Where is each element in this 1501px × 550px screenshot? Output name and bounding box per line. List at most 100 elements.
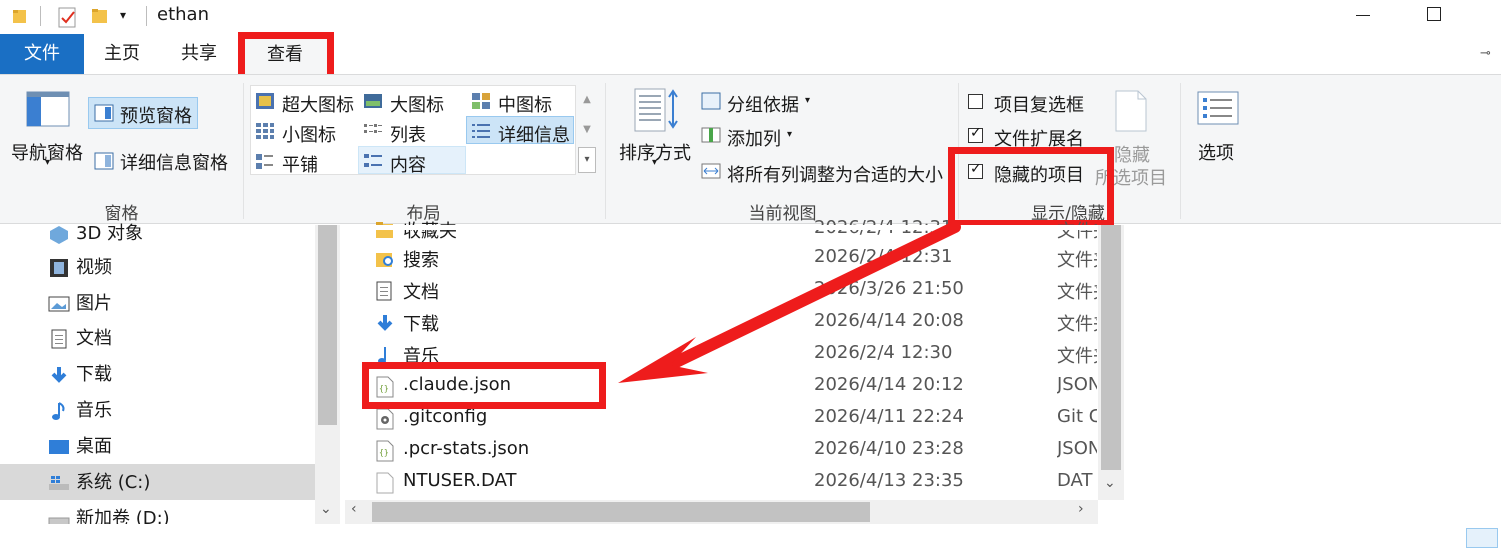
pin-ribbon-icon[interactable]: ⊸: [1480, 46, 1491, 61]
file-row[interactable]: {} .pcr-stats.json 2026/4/10 23:28 JSON: [345, 434, 1105, 466]
file-date: 2026/4/10 23:28: [814, 438, 964, 459]
nav-item-music[interactable]: 音乐: [48, 396, 112, 426]
minimize-button[interactable]: [1356, 15, 1370, 16]
navigation-pane: 3D 对象 视频 图片 文档 下载 音乐 桌面 系统 (C:) 新加卷 (D:)…: [0, 223, 340, 550]
view-toggle-icon[interactable]: [1466, 528, 1498, 548]
layout-large-icons[interactable]: 大图标: [390, 91, 444, 117]
highlight-claude-json: [362, 362, 606, 409]
title-bar: ▾ ethan: [0, 0, 1501, 34]
add-columns-button[interactable]: 添加列: [727, 125, 781, 151]
file-name: .pcr-stats.json: [403, 438, 530, 459]
nav-item-videos[interactable]: 视频: [48, 253, 112, 283]
tab-home[interactable]: 主页: [92, 34, 152, 74]
scroll-left-arrow[interactable]: ‹: [351, 501, 357, 517]
file-type: JSON: [1057, 374, 1097, 395]
nav-scrollbar-thumb[interactable]: [318, 225, 337, 425]
music-icon: [48, 401, 70, 421]
layout-list[interactable]: 列表: [390, 121, 426, 147]
blank-file-icon: [375, 472, 395, 494]
file-date: 2026/4/13 23:35: [814, 470, 964, 491]
scroll-down-arrow[interactable]: ⌄: [1104, 475, 1116, 491]
documents-icon: [48, 329, 70, 349]
pictures-icon: [48, 294, 70, 314]
layout-medium-icons[interactable]: 中图标: [498, 91, 552, 117]
desktop-icon: [48, 437, 70, 457]
tiles-icon: [255, 152, 275, 170]
folder-icon: [12, 8, 28, 24]
options-button[interactable]: 选项: [1198, 139, 1234, 165]
layout-details: 详细信息: [498, 125, 570, 146]
layout-content: 内容: [390, 155, 426, 176]
details-pane-button[interactable]: 详细信息窗格: [120, 149, 228, 175]
new-folder-icon[interactable]: [91, 7, 109, 25]
file-row[interactable]: NTUSER.DAT 2026/4/13 23:35 DAT: [345, 466, 1105, 498]
content-icon: [363, 152, 383, 170]
nav-item-3d-objects[interactable]: 3D 对象: [48, 219, 143, 249]
layout-scroll-up[interactable]: ▲: [578, 85, 596, 115]
file-name: 文档: [403, 282, 439, 303]
file-type: Git C: [1057, 406, 1097, 427]
file-name: 搜索: [403, 250, 439, 271]
file-type: 文件夹: [1057, 314, 1097, 335]
navigation-pane-icon[interactable]: [26, 91, 70, 127]
file-type: 文件夹: [1057, 346, 1097, 367]
ribbon-view: 导航窗格 ▾ 预览窗格 详细信息窗格 窗格 超大图标 大图标 中图标 小图标 列…: [0, 74, 1501, 224]
drive-icon: [48, 473, 70, 493]
size-all-columns-button[interactable]: 将所有列调整为合适的大小: [727, 161, 943, 187]
nav-item-documents[interactable]: 文档: [48, 324, 112, 354]
small-icons-icon: [255, 122, 275, 140]
details-icon: [471, 122, 491, 140]
group-by-icon: [701, 92, 721, 110]
file-type: 文件夹: [1057, 250, 1097, 271]
extra-large-icons-icon: [255, 92, 275, 110]
layout-small-icons[interactable]: 小图标: [282, 121, 336, 147]
list-icon: [363, 122, 383, 140]
nav-item-drive-c[interactable]: 系统 (C:): [48, 468, 150, 498]
details-pane-icon: [94, 152, 114, 170]
folder-star-icon: [375, 219, 395, 241]
file-type: 文件夹: [1057, 221, 1097, 242]
search-folder-icon: [375, 248, 395, 270]
maximize-button[interactable]: [1427, 7, 1441, 21]
file-extensions-checkbox[interactable]: [968, 125, 983, 143]
layout-scroll-down[interactable]: ▼: [578, 115, 596, 145]
group-by-button[interactable]: 分组依据: [727, 91, 799, 117]
layout-extra-large-icons[interactable]: 超大图标: [282, 91, 354, 117]
nav-item-pictures[interactable]: 图片: [48, 289, 112, 319]
tab-share[interactable]: 共享: [168, 34, 230, 74]
large-icons-icon: [363, 92, 383, 110]
video-icon: [48, 258, 70, 278]
layout-expand[interactable]: ▾: [578, 147, 596, 173]
config-file-icon: [375, 408, 395, 430]
add-columns-icon: [701, 126, 721, 144]
nav-item-downloads[interactable]: 下载: [48, 360, 112, 390]
file-type: JSON: [1057, 438, 1097, 459]
scroll-right-arrow[interactable]: ›: [1078, 501, 1084, 517]
layout-tiles[interactable]: 平铺: [282, 151, 318, 177]
file-name: 收藏夹: [403, 221, 457, 242]
annotation-arrow: [618, 221, 961, 383]
horizontal-scrollbar-thumb[interactable]: [372, 502, 870, 522]
chevron-down-icon: ▾: [787, 129, 793, 140]
file-name: .gitconfig: [403, 406, 488, 427]
preview-pane-icon: [94, 104, 114, 122]
file-name: 下载: [403, 314, 439, 335]
download-icon: [48, 365, 70, 385]
window-title: ethan: [157, 4, 209, 25]
properties-icon[interactable]: [57, 5, 79, 29]
tab-file[interactable]: 文件: [0, 34, 84, 74]
vertical-scrollbar-thumb[interactable]: [1101, 225, 1121, 470]
item-checkboxes-label: 项目复选框: [994, 95, 1084, 116]
item-checkboxes-checkbox[interactable]: [968, 94, 983, 109]
file-type: 文件夹: [1057, 282, 1097, 303]
file-type: DAT: [1057, 470, 1093, 491]
download-icon: [375, 312, 395, 334]
nav-item-desktop[interactable]: 桌面: [48, 432, 112, 462]
hide-selected-icon: [1114, 89, 1148, 133]
documents-icon: [375, 280, 395, 302]
quick-access-dropdown-icon[interactable]: ▾: [120, 8, 126, 22]
file-name: NTUSER.DAT: [403, 470, 517, 491]
chevron-down-icon[interactable]: ⌄: [320, 501, 332, 517]
size-columns-icon: [701, 162, 721, 180]
ribbon-tabs: 文件 主页 共享 查看 ⊸: [0, 34, 1501, 74]
